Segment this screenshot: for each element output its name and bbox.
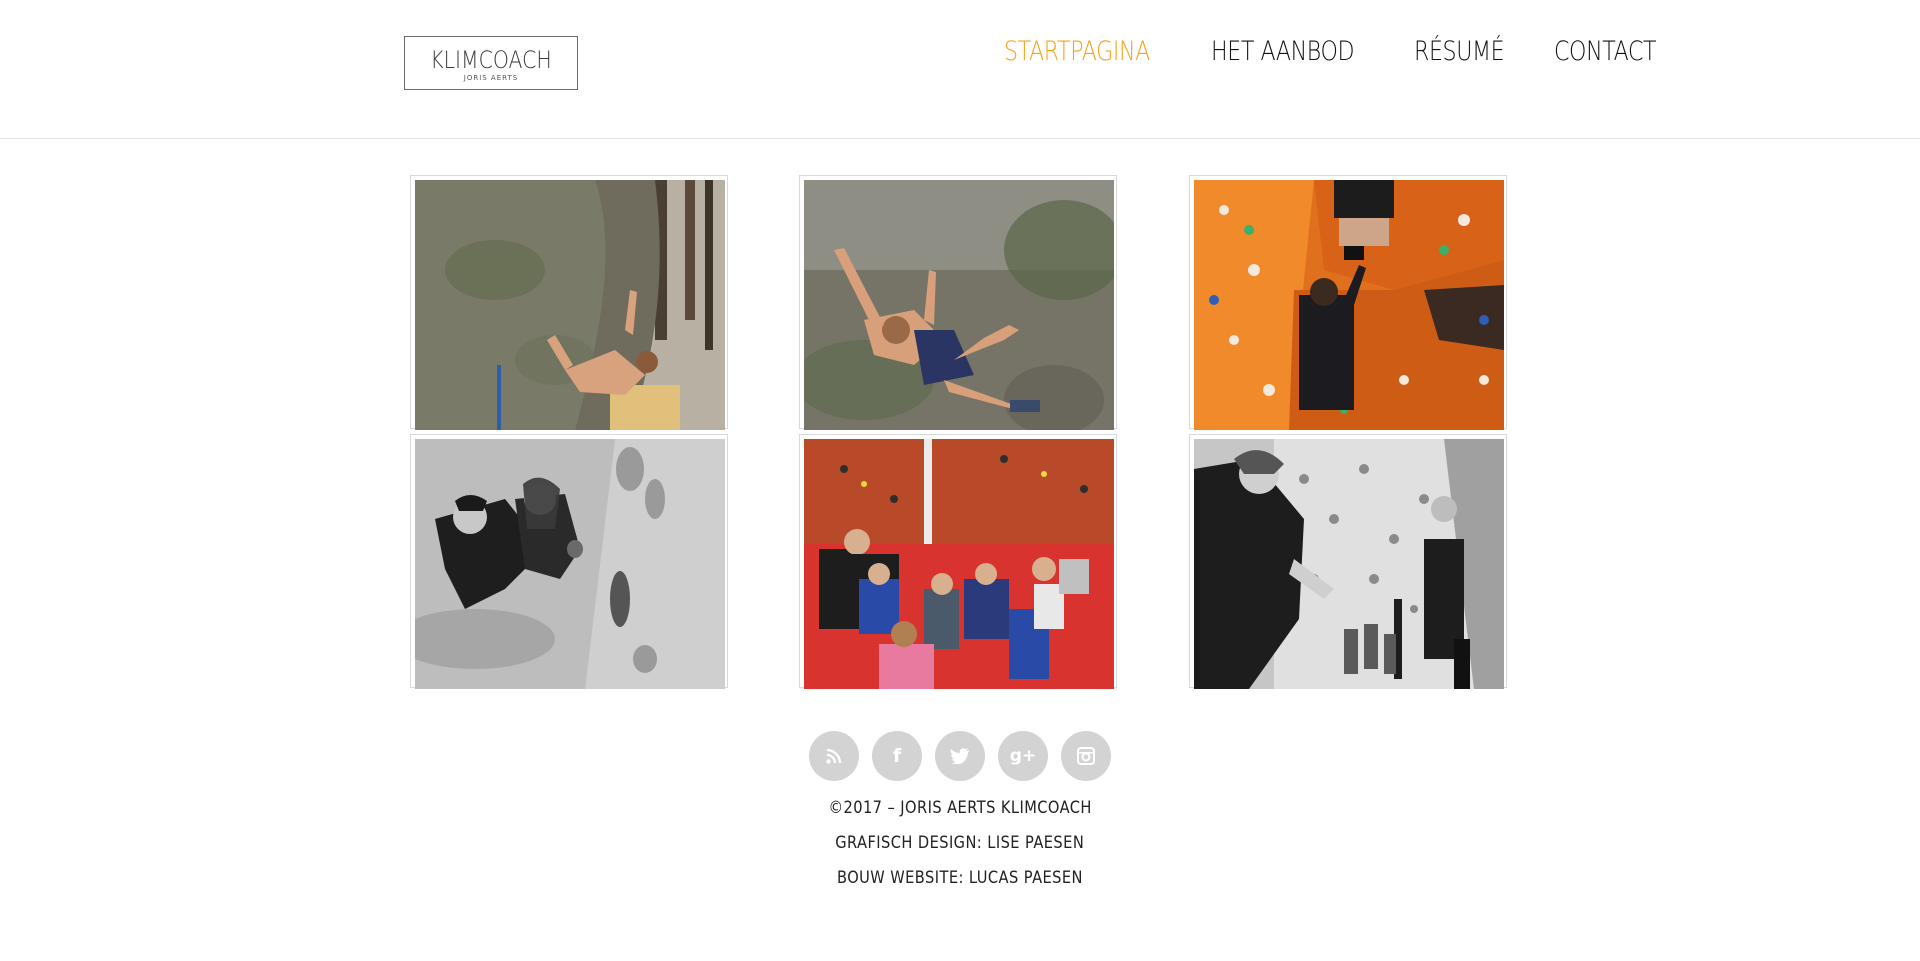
logo-subtitle: JORIS AERTS: [463, 74, 519, 82]
google-plus-icon-glyph: g+: [1009, 746, 1037, 766]
gallery-photo-1[interactable]: [410, 175, 728, 430]
photo-kids-group: [804, 439, 1114, 689]
design-credit-link[interactable]: LISE PAESEN: [988, 833, 1085, 853]
rss-icon[interactable]: [809, 731, 859, 781]
instagram-icon[interactable]: [1061, 731, 1111, 781]
twitter-icon-glyph: [950, 748, 969, 764]
copyright-text: ©2017 – JORIS AERTS KLIMCOACH: [828, 798, 1092, 818]
google-plus-icon[interactable]: g+: [998, 731, 1048, 781]
site-header: KLIMCOACH JORIS AERTS STARTPAGINA HET AA…: [0, 0, 1920, 139]
photo-bw-couple: [415, 439, 725, 689]
nav-item-contact[interactable]: CONTACT: [1554, 36, 1657, 67]
main-nav: STARTPAGINA HET AANBOD RÉSUMÉ CONTACT: [1004, 36, 1707, 67]
nav-item-het-aanbod[interactable]: HET AANBOD: [1211, 36, 1355, 67]
build-credit-link[interactable]: LUCAS PAESEN: [969, 868, 1083, 888]
gallery-photo-4[interactable]: [410, 434, 728, 689]
logo-title: KLIMCOACH: [430, 46, 552, 74]
gallery-photo-5[interactable]: [799, 434, 1117, 689]
site-logo[interactable]: KLIMCOACH JORIS AERTS: [404, 36, 578, 90]
instagram-icon-glyph: [1077, 747, 1095, 765]
photo-orange-wall: [1194, 180, 1504, 430]
nav-item-startpagina[interactable]: STARTPAGINA: [1004, 36, 1150, 67]
build-credit-label: BOUW WEBSITE:: [837, 868, 969, 888]
footer-design-credit: GRAFISCH DESIGN: LISE PAESEN: [0, 833, 1920, 853]
social-links: f g+: [809, 731, 1111, 781]
design-credit-label: GRAFISCH DESIGN:: [835, 833, 988, 853]
facebook-icon[interactable]: f: [872, 731, 922, 781]
footer-copyright: ©2017 – JORIS AERTS KLIMCOACH: [0, 798, 1920, 818]
photo-overhang-boulder: [804, 180, 1114, 430]
nav-item-resume[interactable]: RÉSUMÉ: [1414, 36, 1505, 67]
gallery-photo-2[interactable]: [799, 175, 1117, 430]
gallery-photo-3[interactable]: [1189, 175, 1507, 430]
facebook-icon-glyph: f: [892, 745, 902, 767]
rss-icon-glyph: [826, 748, 842, 764]
twitter-icon[interactable]: [935, 731, 985, 781]
photo-outdoor-boulder: [415, 180, 725, 430]
photo-bw-coach: [1194, 439, 1504, 689]
footer-build-credit: BOUW WEBSITE: LUCAS PAESEN: [0, 868, 1920, 888]
gallery-photo-6[interactable]: [1189, 434, 1507, 689]
